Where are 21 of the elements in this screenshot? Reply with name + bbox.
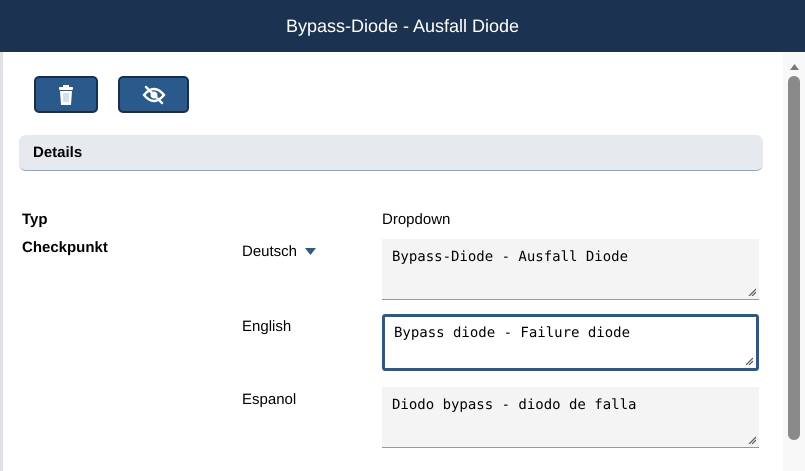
text-field[interactable]: Diodo bypass - diodo de falla: [382, 387, 759, 448]
trash-icon: [58, 84, 74, 104]
field-label: Typ: [22, 211, 48, 228]
caret-icon[interactable]: [305, 248, 316, 255]
field-label: Checkpunkt: [22, 239, 108, 256]
resize-grip-icon[interactable]: [748, 288, 756, 296]
resize-grip-icon[interactable]: [745, 357, 753, 365]
language-label: Espanol: [242, 391, 296, 408]
section-header: Details: [19, 135, 763, 171]
window-title: Bypass-Diode - Ausfall Diode: [286, 16, 520, 36]
hide-button[interactable]: [118, 76, 189, 113]
language-label: English: [242, 318, 292, 335]
scroll-up-icon[interactable]: [790, 64, 798, 70]
delete-button[interactable]: [34, 76, 98, 113]
language-dropdown[interactable]: Deutsch: [242, 243, 298, 260]
resize-grip-icon[interactable]: [748, 436, 756, 444]
text-field[interactable]: Bypass-Diode - Ausfall Diode: [382, 239, 759, 300]
text-field[interactable]: Bypass diode - Failure diode: [382, 314, 759, 371]
field-value: Dropdown: [382, 211, 450, 228]
scrollbar-thumb[interactable]: [788, 76, 800, 440]
eye-slash-icon: [142, 84, 166, 104]
